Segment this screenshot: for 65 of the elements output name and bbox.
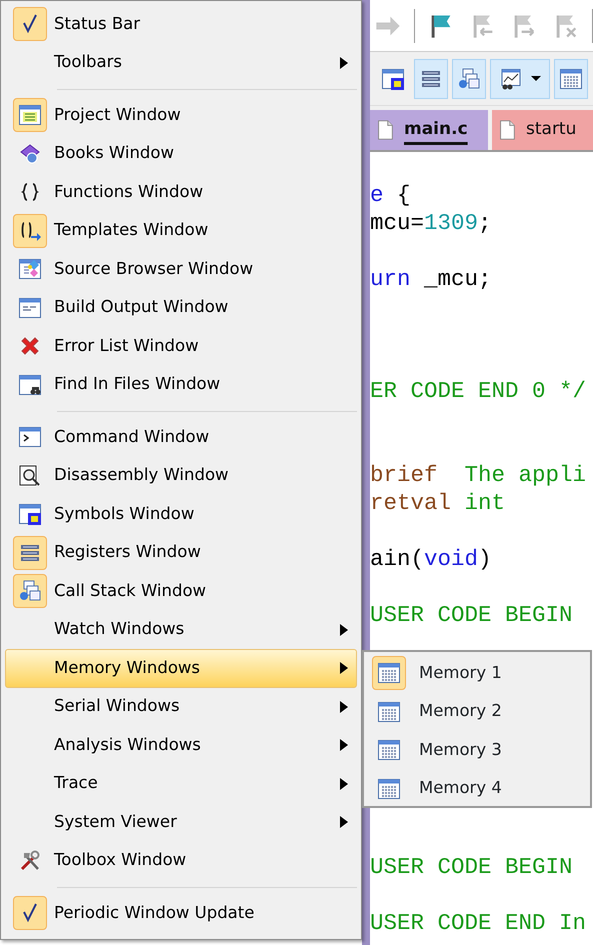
menu-item[interactable]: Toolbars	[5, 44, 357, 82]
menu-item[interactable]: Memory 3	[366, 731, 588, 770]
grid-window-icon	[377, 700, 401, 724]
menu-item[interactable]: System Viewer	[5, 803, 357, 842]
magnifier-document-icon	[18, 464, 42, 488]
menu-item[interactable]: Books Window	[5, 134, 357, 173]
menu-item[interactable]: Command Window	[5, 418, 357, 456]
symbols-window-icon	[18, 502, 42, 526]
submenu-arrow-icon	[340, 816, 348, 828]
code-line: urn _mcu;	[370, 265, 492, 293]
menu-item[interactable]: Analysis Windows	[5, 726, 357, 764]
menu-item[interactable]: Memory 4	[366, 770, 588, 808]
symbols-window-icon	[381, 66, 405, 90]
code-line: ain(void)	[370, 545, 492, 573]
menu-item[interactable]: Trace	[5, 764, 357, 803]
code-line: ER CODE END 0 */	[370, 377, 586, 405]
menu-item[interactable]: Find In Files Window	[5, 366, 357, 404]
menu-item[interactable]: Periodic Window Update	[5, 894, 357, 932]
console-window-icon	[18, 425, 42, 450]
menu-item[interactable]: Status Bar	[5, 5, 357, 44]
output-window-icon	[18, 296, 42, 320]
menu-item[interactable]: Watch Windows	[5, 610, 357, 649]
menu-item[interactable]: Serial Windows	[5, 688, 357, 726]
code-line: USER CODE END In	[370, 909, 586, 937]
submenu-arrow-icon	[340, 700, 348, 713]
stacked-windows-icon	[18, 579, 42, 604]
menu-item[interactable]: Build Output Window	[5, 288, 357, 327]
menu-item[interactable]: Registers Window	[5, 534, 357, 572]
window-icon	[18, 103, 42, 128]
submenu-arrow-icon	[340, 56, 348, 69]
file-tab[interactable]: startu	[492, 110, 593, 150]
binoculars-window-icon	[18, 372, 42, 397]
chart-window-icon	[499, 66, 523, 90]
stacked-windows-icon	[457, 66, 481, 90]
menu-item[interactable]: Memory 1	[366, 654, 588, 692]
menu-item[interactable]: Functions Window	[5, 173, 357, 212]
menu-item[interactable]: Source Browser Window	[5, 250, 357, 288]
grid-window-icon	[377, 738, 401, 762]
code-line: USER CODE BEGIN	[370, 601, 573, 629]
tools-icon	[18, 848, 42, 873]
code-line: mcu=1309;	[370, 209, 492, 237]
caret-icon	[531, 76, 541, 81]
grid-window-icon	[559, 66, 583, 90]
toolbar-button[interactable]	[490, 58, 550, 98]
submenu-arrow-icon	[340, 739, 348, 752]
menu-item[interactable]: Error List Window	[5, 327, 357, 366]
menu-item[interactable]: Memory 2	[366, 692, 588, 731]
code-line: USER CODE BEGIN	[370, 853, 573, 881]
submenu-arrow-icon	[340, 624, 348, 636]
menu-item[interactable]: Memory Windows	[5, 649, 357, 688]
menu-item[interactable]: Call Stack Window	[5, 572, 357, 610]
grid-window-icon	[377, 776, 401, 801]
code-line: brief The appli	[370, 461, 586, 489]
submenu-arrow-icon	[340, 778, 348, 790]
menu-item[interactable]: Disassembly Window	[5, 456, 357, 495]
grid-window-icon	[377, 661, 401, 686]
code-line: e {	[370, 181, 411, 209]
browser-window-icon	[18, 257, 42, 282]
file-tab[interactable]: main.c	[370, 110, 488, 150]
code-line: retval int	[370, 489, 506, 517]
menu-item[interactable]: Project Window	[5, 96, 357, 134]
menu-item[interactable]: Toolbox Window	[5, 842, 357, 880]
submenu-arrow-icon	[340, 662, 348, 674]
menu-item[interactable]: Templates Window	[5, 212, 357, 250]
menu-item[interactable]: Symbols Window	[5, 495, 357, 534]
